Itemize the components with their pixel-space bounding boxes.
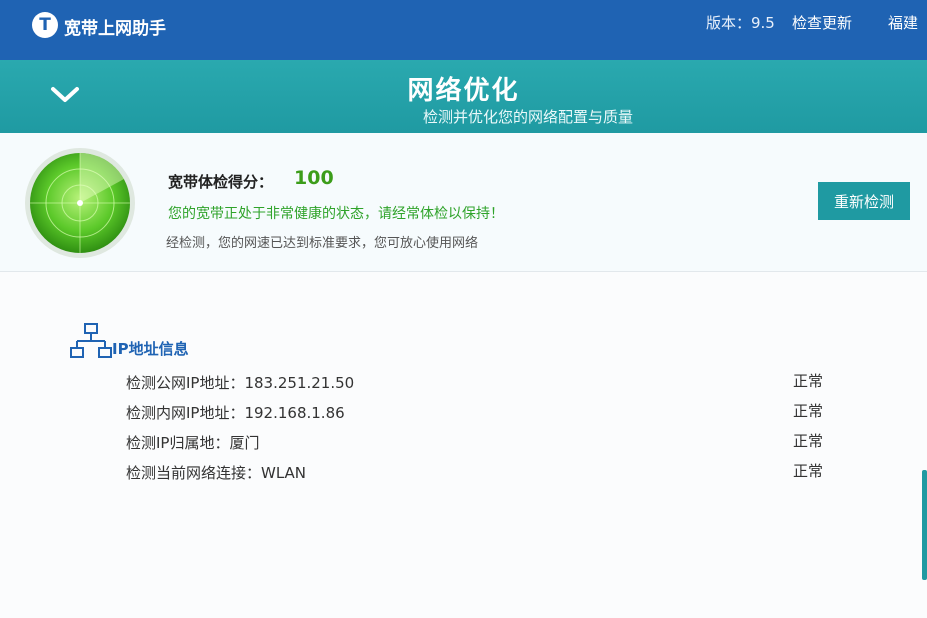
score-value: 100 <box>294 167 334 189</box>
ip-row-label: 检测内网IP地址：192.168.1.86 <box>126 404 345 422</box>
scrollbar-thumb[interactable] <box>922 470 927 580</box>
ip-row-status: 正常 <box>793 462 824 480</box>
ip-row-status: 正常 <box>793 402 824 420</box>
health-status-text: 您的宽带正处于非常健康的状态，请经常体检以保持！ <box>168 206 504 222</box>
radar-icon <box>25 148 135 258</box>
app-logo-icon: T <box>32 12 58 38</box>
ip-row-status: 正常 <box>793 432 824 450</box>
region-label[interactable]: 福建 <box>888 12 918 33</box>
ip-row: 检测内网IP地址：192.168.1.86 正常 <box>126 402 886 426</box>
speed-note-text: 经检测，您的网速已达到标准要求，您可放心使用网络 <box>166 236 479 251</box>
ip-row: 检测当前网络连接：WLAN 正常 <box>126 462 886 486</box>
recheck-button[interactable]: 重新检测 <box>818 182 910 220</box>
page-header: 网络优化 检测并优化您的网络配置与质量 <box>0 60 927 133</box>
score-label: 宽带体检得分： <box>168 173 274 191</box>
ip-row-label: 检测IP归属地：厦门 <box>126 434 260 452</box>
ip-row: 检测公网IP地址：183.251.21.50 正常 <box>126 372 886 396</box>
section-title: IP地址信息 <box>112 340 189 358</box>
title-bar: T 宽带上网助手 版本：9.5 检查更新 福建 <box>0 0 927 60</box>
check-update-link[interactable]: 检查更新 <box>792 12 852 33</box>
version-label: 版本：9.5 <box>706 14 775 32</box>
network-icon <box>70 323 112 358</box>
ip-info-section: IP地址信息 检测公网IP地址：183.251.21.50 正常 检测内网IP地… <box>0 272 927 618</box>
ip-row-status: 正常 <box>793 372 824 390</box>
page-subtitle: 检测并优化您的网络配置与质量 <box>422 108 633 126</box>
app-title: 宽带上网助手 <box>64 19 166 39</box>
page-title: 网络优化 <box>407 76 520 106</box>
ip-row-label: 检测公网IP地址：183.251.21.50 <box>126 374 355 392</box>
ip-row: 检测IP归属地：厦门 正常 <box>126 432 886 456</box>
ip-row-label: 检测当前网络连接：WLAN <box>126 464 307 482</box>
score-panel: 宽带体检得分： 100 您的宽带正处于非常健康的状态，请经常体检以保持！ 经检测… <box>0 133 927 272</box>
